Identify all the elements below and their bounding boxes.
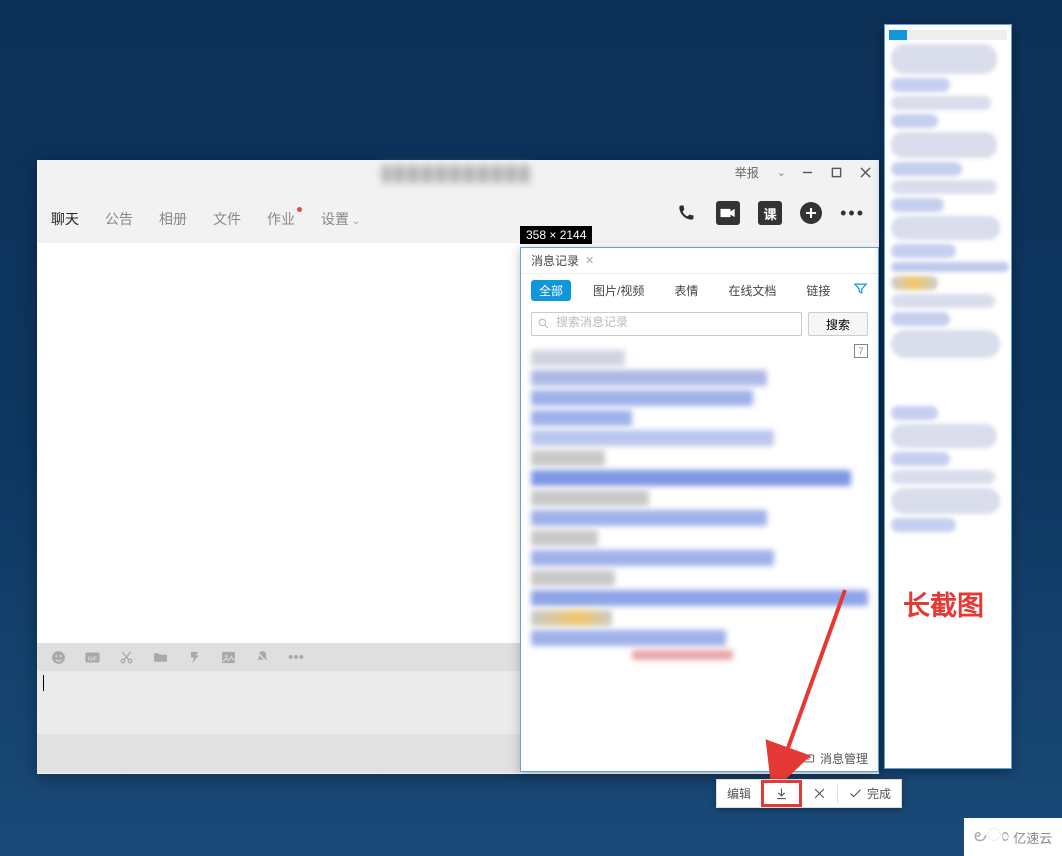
ss-edit-button[interactable]: 编辑: [717, 780, 761, 807]
tab-files[interactable]: 文件: [213, 209, 241, 243]
records-search-button[interactable]: 搜索: [808, 312, 868, 336]
message-records-panel: 消息记录 ✕ 全部 图片/视频 表情 在线文档 链接 搜索消息记录 搜索 7: [520, 247, 879, 772]
emoji-icon[interactable]: [49, 648, 67, 666]
gif-icon[interactable]: GIF: [83, 648, 101, 666]
ss-done-button[interactable]: 完成: [838, 780, 901, 807]
more-icon[interactable]: •••: [840, 203, 865, 224]
screenshot-toolbar: 编辑 完成: [716, 779, 902, 808]
mute-icon[interactable]: [253, 648, 271, 666]
report-link[interactable]: 举报: [735, 164, 759, 181]
message-manage-link[interactable]: 消息管理: [802, 750, 868, 767]
search-icon: [537, 317, 550, 333]
selection-size-label: 358 × 2144: [520, 226, 592, 244]
filter-docs[interactable]: 在线文档: [720, 280, 784, 301]
filter-media[interactable]: 图片/视频: [585, 280, 652, 301]
filter-emoji[interactable]: 表情: [666, 280, 706, 301]
class-icon[interactable]: 课: [758, 201, 782, 225]
filter-all[interactable]: 全部: [531, 280, 571, 301]
phone-icon[interactable]: [674, 201, 698, 225]
svg-text:GIF: GIF: [87, 656, 97, 662]
calendar-icon[interactable]: 7: [854, 344, 868, 358]
tab-notice[interactable]: 公告: [105, 209, 133, 243]
tab-homework[interactable]: 作业: [267, 209, 295, 243]
folder-icon[interactable]: [151, 648, 169, 666]
tab-settings[interactable]: 设置⌄: [321, 209, 360, 243]
maximize-button[interactable]: [829, 165, 844, 180]
window-title-blurred: [382, 165, 530, 183]
long-screenshot-preview: [884, 24, 1012, 769]
ss-cancel-button[interactable]: [802, 780, 837, 807]
watermark-logo-icon: ౿ಂ: [974, 825, 1010, 850]
records-list[interactable]: 7: [521, 342, 878, 707]
watermark: ౿ಂ 亿速云: [964, 818, 1062, 856]
records-search-input[interactable]: 搜索消息记录: [531, 312, 802, 336]
ss-download-button[interactable]: [761, 780, 802, 807]
share-icon[interactable]: [185, 648, 203, 666]
long-screenshot-label: 长截图: [903, 584, 984, 623]
filter-links[interactable]: 链接: [798, 280, 838, 301]
close-records-icon[interactable]: ✕: [585, 254, 594, 267]
minimize-button[interactable]: [800, 165, 815, 180]
video-icon[interactable]: [716, 201, 740, 225]
close-button[interactable]: [858, 165, 873, 180]
filter-settings-icon[interactable]: [853, 281, 868, 299]
tab-chat[interactable]: 聊天: [51, 209, 79, 243]
image-icon[interactable]: [219, 648, 237, 666]
tab-album[interactable]: 相册: [159, 209, 187, 243]
chevron-down-icon[interactable]: ⌄: [777, 166, 786, 179]
tab-row: 聊天 公告 相册 文件 作业 设置⌄ 课 •••: [37, 191, 879, 243]
records-title: 消息记录: [531, 252, 579, 269]
add-icon[interactable]: [800, 202, 822, 224]
titlebar: 举报 ⌄: [37, 160, 879, 191]
more-tools-icon[interactable]: •••: [287, 648, 305, 666]
scissors-icon[interactable]: [117, 648, 135, 666]
